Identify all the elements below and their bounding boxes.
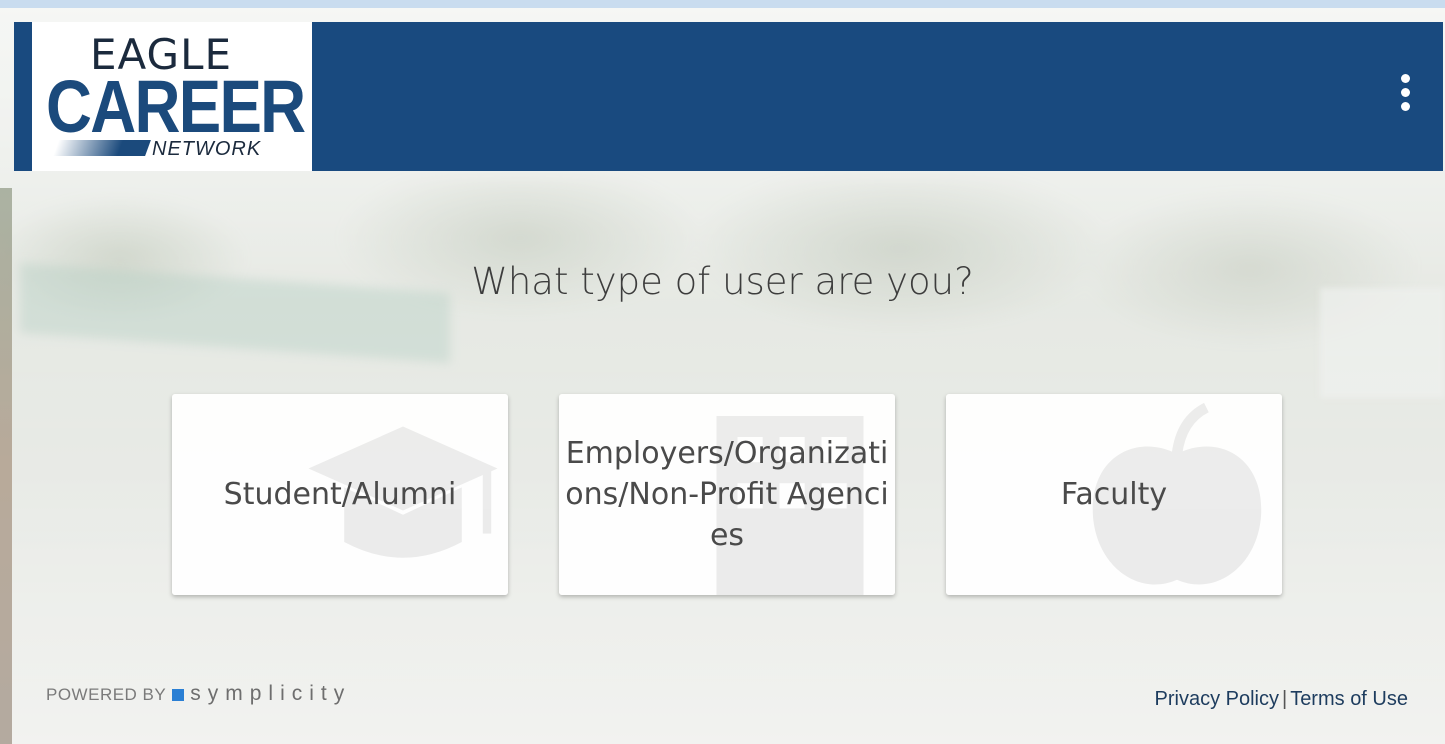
powered-by-text: POWERED BY (46, 685, 167, 704)
employers-label: Employers/Organizations/Non-Profit Agenc… (565, 436, 889, 553)
page-title: What type of user are you? (471, 260, 974, 303)
privacy-policy-link[interactable]: Privacy Policy (1155, 688, 1279, 710)
faculty-label: Faculty (1060, 477, 1168, 512)
footer-separator: | (1281, 688, 1288, 710)
logo-line-career: CAREER (46, 65, 306, 148)
footer-links: Privacy Policy | Terms of Use (1155, 688, 1409, 711)
symplicity-square-icon (172, 689, 185, 701)
student-alumni-card[interactable]: Student/Alumni (172, 394, 508, 595)
logo-swoosh (53, 140, 151, 156)
eagle-career-network-logo[interactable]: EAGLE CAREER NETWORK (32, 22, 312, 171)
student-alumni-label: Student/Alumni (223, 477, 457, 512)
employers-card[interactable]: Employers/Organizations/Non-Profit Agenc… (559, 394, 895, 595)
logo-line-network: NETWORK (152, 138, 262, 160)
top-header: EAGLE CAREER NETWORK (14, 22, 1443, 171)
faculty-card[interactable]: Faculty (946, 394, 1282, 595)
more-vertical-icon[interactable] (1395, 74, 1415, 120)
page: EAGLE CAREER NETWORK What type of user a… (0, 8, 1445, 744)
symplicity-brand: symplicity (190, 682, 352, 705)
terms-of-use-link[interactable]: Terms of Use (1290, 688, 1408, 710)
powered-by-symplicity[interactable]: POWERED BY symplicity (46, 682, 351, 706)
